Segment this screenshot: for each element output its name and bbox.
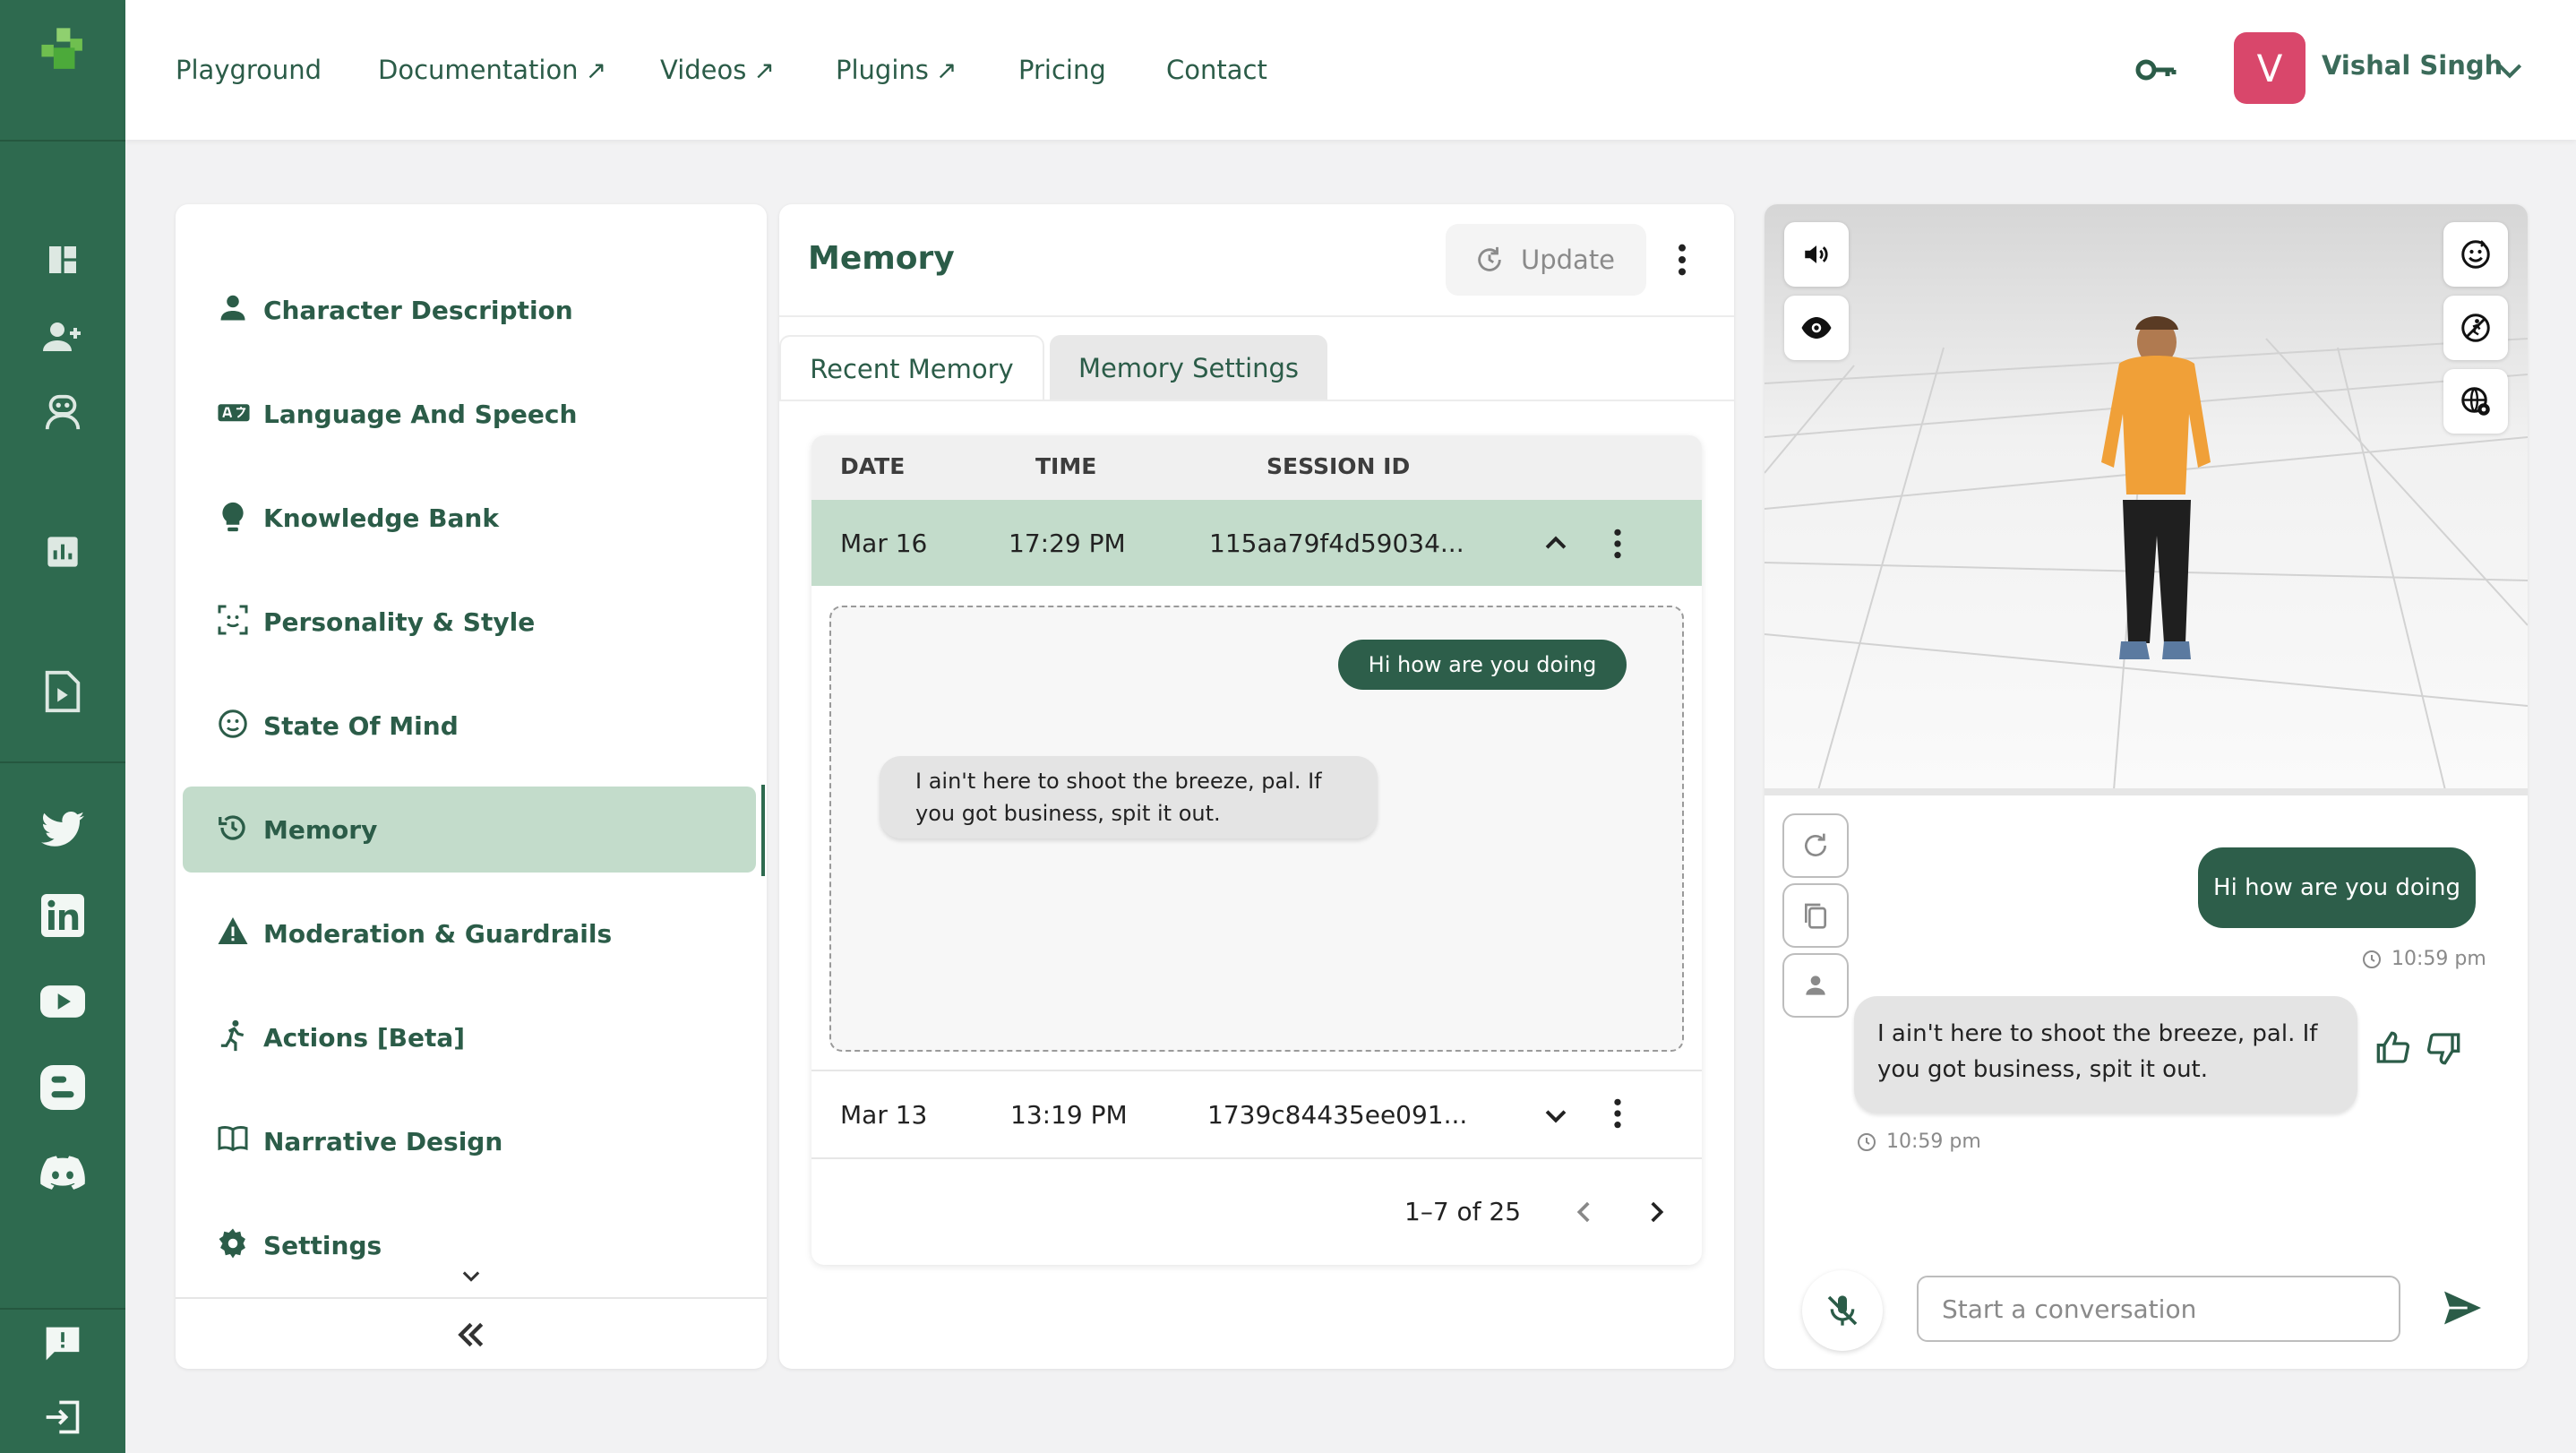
copy-chat-button[interactable]: [1782, 883, 1849, 948]
external-link-icon: ↗: [753, 55, 775, 85]
message-timestamp: 10:59 pm: [1856, 1131, 1981, 1153]
row-date: Mar 13: [840, 1100, 928, 1130]
update-button[interactable]: Update: [1446, 224, 1646, 296]
mic-off-button[interactable]: [1802, 1270, 1883, 1351]
warning-icon: [217, 916, 253, 951]
send-icon[interactable]: [2438, 1283, 2488, 1333]
sidebar-item-memory[interactable]: Memory: [183, 787, 756, 873]
nav-documentation[interactable]: Documentation ↗: [378, 0, 606, 140]
youtube-icon[interactable]: [34, 973, 91, 1030]
feedback-icon[interactable]: [34, 1315, 91, 1372]
column-header-time: TIME: [1035, 453, 1097, 479]
twitter-icon[interactable]: [34, 801, 91, 858]
nav-contact[interactable]: Contact: [1166, 0, 1267, 140]
more-options-icon[interactable]: [1668, 242, 1696, 278]
collapse-sidebar-icon[interactable]: [453, 1317, 489, 1353]
external-link-icon: ↗: [935, 55, 957, 85]
logout-icon[interactable]: [34, 1389, 91, 1446]
user-name[interactable]: Vishal Singh: [2322, 50, 2503, 81]
clock-icon: [2363, 950, 2381, 968]
chat-user-message: Hi how are you doing: [2198, 847, 2476, 928]
video-file-icon[interactable]: [34, 663, 91, 720]
volume-icon[interactable]: [1784, 222, 1849, 287]
animation-off-icon[interactable]: [2443, 296, 2508, 360]
avatar-3d-viewport[interactable]: [1765, 204, 2528, 790]
sidebar-item-personality-style[interactable]: Personality & Style: [183, 579, 756, 665]
mood-icon: [217, 708, 253, 744]
thumbs-down-icon[interactable]: [2426, 1030, 2461, 1066]
chat-bot-message: I ain't here to shoot the breeze, pal. I…: [1854, 996, 2357, 1113]
avatar[interactable]: V: [2234, 32, 2306, 104]
nav-pricing[interactable]: Pricing: [1018, 0, 1106, 140]
gear-icon: [217, 1227, 253, 1263]
history-icon: [217, 812, 253, 847]
table-header: [811, 435, 1702, 500]
row-session-id: 115aa79f4d59034...: [1209, 529, 1464, 558]
sidebar-item-actions[interactable]: Actions [Beta]: [183, 994, 756, 1080]
blogger-icon[interactable]: [34, 1059, 91, 1116]
external-link-icon: ↗: [585, 55, 607, 85]
active-indicator: [761, 785, 765, 876]
character-icon[interactable]: [34, 383, 91, 441]
profile-button[interactable]: [1782, 953, 1849, 1018]
row-date: Mar 16: [840, 529, 928, 558]
chevron-down-icon[interactable]: [2492, 52, 2528, 88]
sidebar-item-narrative-design[interactable]: Narrative Design: [183, 1098, 756, 1184]
chevron-right-icon[interactable]: [1641, 1197, 1671, 1227]
face-scan-icon: [217, 604, 253, 640]
eye-icon[interactable]: [1784, 296, 1849, 360]
row-time: 17:29 PM: [1009, 529, 1126, 558]
nav-videos[interactable]: Videos ↗: [660, 0, 775, 140]
sidebar-item-state-of-mind[interactable]: State Of Mind: [183, 683, 756, 769]
refresh-icon: [1478, 246, 1501, 271]
pagination-label: 1–7 of 25: [1404, 1197, 1522, 1226]
message-timestamp: 10:59 pm: [2361, 948, 2486, 970]
tab-recent-memory[interactable]: Recent Memory: [779, 335, 1044, 401]
chat-input[interactable]: [1917, 1276, 2400, 1342]
row-session-id: 1739c84435ee091...: [1207, 1100, 1468, 1130]
left-rail: [0, 0, 125, 1453]
lightbulb-icon: [217, 500, 253, 536]
sidebar-item-moderation-guardrails[interactable]: Moderation & Guardrails: [183, 890, 756, 976]
translate-icon: [217, 396, 253, 432]
column-header-date: DATE: [840, 453, 906, 479]
nav-plugins[interactable]: Plugins ↗: [836, 0, 957, 140]
sidebar-item-knowledge-bank[interactable]: Knowledge Bank: [183, 475, 756, 561]
person-icon: [217, 292, 253, 328]
mic-off-icon: [1827, 1295, 1858, 1326]
running-icon: [217, 1019, 253, 1055]
thumbs-up-icon[interactable]: [2375, 1030, 2411, 1066]
refresh-chat-button[interactable]: [1782, 813, 1849, 878]
bot-message-bubble: I ain't here to shoot the breeze, pal. I…: [880, 756, 1378, 838]
column-header-session-id: SESSION ID: [1267, 453, 1411, 479]
chevron-down-icon[interactable]: [1541, 1100, 1571, 1131]
user-message-bubble: Hi how are you doing: [1338, 640, 1627, 690]
row-more-options-icon[interactable]: [1607, 1096, 1628, 1131]
page-title: Memory: [808, 240, 955, 277]
dashboard-icon[interactable]: [34, 231, 91, 288]
emotion-icon[interactable]: [2443, 222, 2508, 287]
clock-icon: [1858, 1132, 1876, 1151]
add-user-icon[interactable]: [34, 308, 91, 365]
avatar-figure: [2101, 316, 2211, 659]
chevron-up-icon[interactable]: [1541, 529, 1571, 559]
logo-icon[interactable]: [34, 25, 91, 82]
nav-playground[interactable]: Playground: [176, 0, 322, 140]
globe-settings-icon[interactable]: [2443, 369, 2508, 434]
row-time: 13:19 PM: [1010, 1100, 1128, 1130]
discord-icon[interactable]: [34, 1145, 91, 1202]
book-icon: [217, 1123, 253, 1159]
linkedin-icon[interactable]: [34, 887, 91, 944]
scroll-down-icon[interactable]: [459, 1263, 484, 1288]
tab-memory-settings[interactable]: Memory Settings: [1050, 335, 1327, 401]
sidebar-item-character-description[interactable]: Character Description: [183, 267, 756, 353]
sidebar-item-language-and-speech[interactable]: Language And Speech: [183, 371, 756, 457]
analytics-icon[interactable]: [34, 523, 91, 580]
row-more-options-icon[interactable]: [1607, 527, 1628, 561]
api-key-icon[interactable]: [2135, 50, 2178, 90]
chevron-left-icon[interactable]: [1569, 1197, 1600, 1227]
